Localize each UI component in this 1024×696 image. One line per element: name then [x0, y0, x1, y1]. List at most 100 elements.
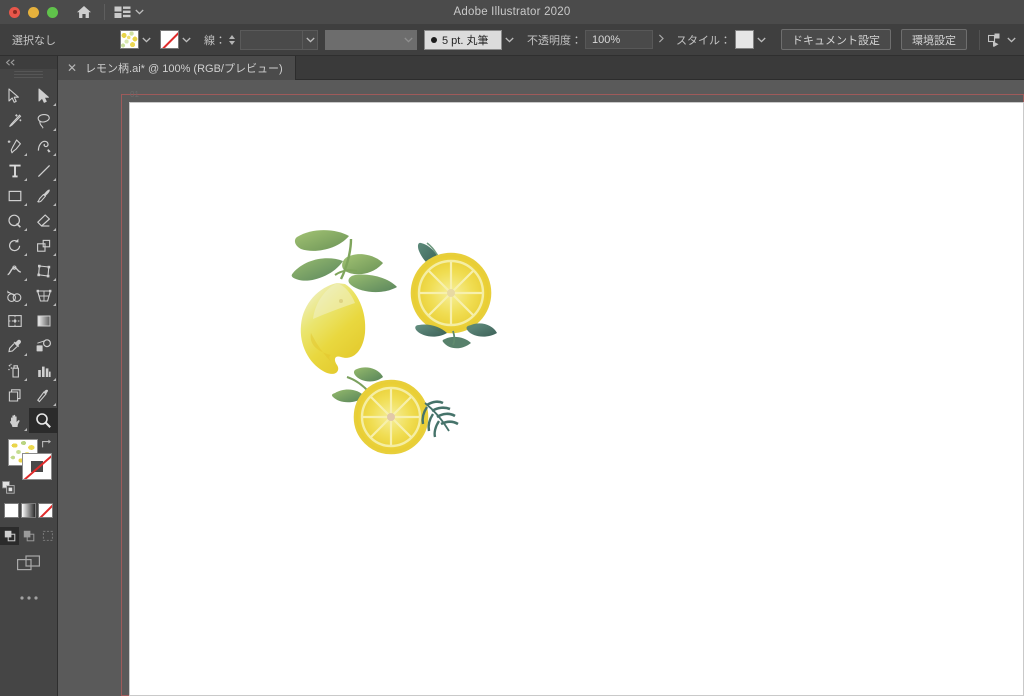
artboard-tool[interactable]	[0, 383, 29, 408]
tools-panel-collapse-button[interactable]	[0, 56, 57, 69]
home-button[interactable]	[73, 2, 95, 22]
eraser-tool-icon	[36, 213, 50, 227]
opacity-label: 不透明度：	[527, 34, 582, 47]
variable-width-profile-combo[interactable]	[325, 29, 417, 50]
color-mode-solid[interactable]	[4, 503, 19, 518]
gradient-tool[interactable]	[29, 308, 58, 333]
color-mode-gradient[interactable]	[21, 503, 36, 518]
mesh-tool[interactable]	[0, 308, 29, 333]
lemon-speck	[339, 299, 343, 303]
rotate-tool[interactable]	[0, 233, 29, 258]
chevron-down-icon	[505, 37, 514, 43]
edit-toolbar-button[interactable]	[0, 595, 57, 601]
slice-tool-icon	[36, 389, 48, 402]
shaper-tool[interactable]	[0, 208, 29, 233]
stroke-color-proxy[interactable]	[22, 453, 52, 480]
width-tool[interactable]	[0, 258, 29, 283]
rectangle-tool[interactable]	[0, 183, 29, 208]
titlebar-divider	[104, 4, 105, 20]
minimize-window-button[interactable]	[28, 6, 39, 18]
blend-tool[interactable]	[29, 333, 58, 358]
draw-normal-mode[interactable]	[0, 527, 19, 545]
line-segment-tool[interactable]	[29, 158, 58, 183]
document-setup-button[interactable]: ドキュメント設定	[781, 29, 891, 50]
close-window-button[interactable]	[9, 6, 20, 18]
tool-flyout-indicator	[23, 152, 27, 156]
fill-swatch-dropdown[interactable]	[139, 30, 154, 50]
selection-status: 選択なし	[12, 34, 56, 47]
scale-tool-icon	[36, 239, 50, 252]
eyedropper-tool[interactable]	[0, 333, 29, 358]
shape-builder-tool[interactable]	[0, 283, 29, 308]
brush-definition-combo[interactable]: 5 pt. 丸筆	[424, 29, 502, 50]
change-screen-mode-icon	[16, 555, 40, 571]
stroke-weight-combo[interactable]	[240, 29, 318, 50]
blend-tool-icon	[36, 338, 52, 351]
brush-definition-value: 5 pt. 丸筆	[442, 34, 489, 47]
stroke-weight-dropdown[interactable]	[302, 30, 317, 49]
arrange-documents-icon	[114, 6, 131, 18]
magic-wand-tool[interactable]	[0, 108, 29, 133]
app-title: Adobe Illustrator 2020	[453, 6, 571, 18]
opacity-input[interactable]: 100%	[585, 30, 653, 49]
tool-flyout-indicator	[52, 227, 56, 231]
free-transform-tool[interactable]	[29, 258, 58, 283]
lemon-leaf-left	[291, 258, 343, 281]
zoom-tool[interactable]	[29, 408, 58, 433]
eraser-tool[interactable]	[29, 208, 58, 233]
chevron-down-icon	[1007, 37, 1016, 43]
swap-fill-stroke-button[interactable]	[41, 437, 53, 455]
tools-panel	[0, 56, 58, 696]
free-transform-tool-icon	[36, 264, 50, 277]
arrange-documents-button[interactable]	[114, 6, 144, 19]
align-objects-icon	[988, 33, 1000, 47]
lasso-tool[interactable]	[29, 108, 58, 133]
change-screen-mode-button[interactable]	[0, 555, 57, 573]
draw-inside-mode[interactable]	[38, 527, 57, 545]
brush-definition-dropdown[interactable]	[502, 30, 517, 50]
document-tab[interactable]: ✕ レモン柄.ai* @ 100% (RGB/プレビュー)	[58, 56, 296, 80]
tool-flyout-indicator	[23, 427, 27, 431]
canvas-area[interactable]: 01	[58, 80, 1024, 696]
tool-flyout-indicator	[23, 227, 27, 231]
selection-tool[interactable]	[0, 83, 29, 108]
column-graph-tool[interactable]	[29, 358, 58, 383]
perspective-grid-tool-icon	[36, 289, 51, 302]
direct-selection-tool-icon	[38, 88, 49, 103]
scale-tool[interactable]	[29, 233, 58, 258]
tools-panel-drag-grip[interactable]	[14, 71, 43, 80]
close-icon[interactable]: ✕	[67, 62, 77, 74]
opacity-flyout-button[interactable]	[653, 33, 670, 46]
illustrator-window: Adobe Illustrator 2020 選択なし 線： 5 pt. 丸筆 …	[0, 0, 1024, 696]
artboard[interactable]	[129, 102, 1024, 696]
stroke-swatch-dropdown[interactable]	[179, 30, 194, 50]
color-mode-none[interactable]	[38, 503, 53, 518]
lemon-slice-bottom-group	[331, 367, 459, 455]
preferences-button[interactable]: 環境設定	[901, 29, 967, 50]
align-objects-button[interactable]	[988, 33, 1016, 47]
type-tool[interactable]	[0, 158, 29, 183]
default-fill-stroke-button[interactable]	[2, 481, 15, 499]
graphic-style-swatch[interactable]	[735, 30, 754, 49]
watercolor-lemons-illustration[interactable]	[275, 221, 505, 471]
lemon-leaf-right-lower	[348, 274, 397, 293]
pen-tool[interactable]	[0, 133, 29, 158]
direct-selection-tool[interactable]	[29, 83, 58, 108]
curvature-tool[interactable]	[29, 133, 58, 158]
variable-width-dropdown[interactable]	[401, 31, 416, 49]
maximize-window-button[interactable]	[47, 6, 58, 18]
column-graph-tool-icon	[37, 366, 51, 377]
slice-tool[interactable]	[29, 383, 58, 408]
stroke-swatch-none[interactable]	[160, 30, 179, 49]
symbol-sprayer-tool[interactable]	[0, 358, 29, 383]
tool-flyout-indicator	[23, 377, 27, 381]
swap-fill-stroke-icon	[42, 439, 51, 448]
paintbrush-tool[interactable]	[29, 183, 58, 208]
hand-tool[interactable]	[0, 408, 29, 433]
graphic-style-dropdown[interactable]	[754, 30, 769, 50]
fill-swatch[interactable]	[120, 30, 139, 49]
draw-behind-mode[interactable]	[19, 527, 38, 545]
perspective-grid-tool[interactable]	[29, 283, 58, 308]
stroke-weight-stepper[interactable]	[226, 30, 238, 50]
chevron-down-icon	[757, 37, 766, 43]
